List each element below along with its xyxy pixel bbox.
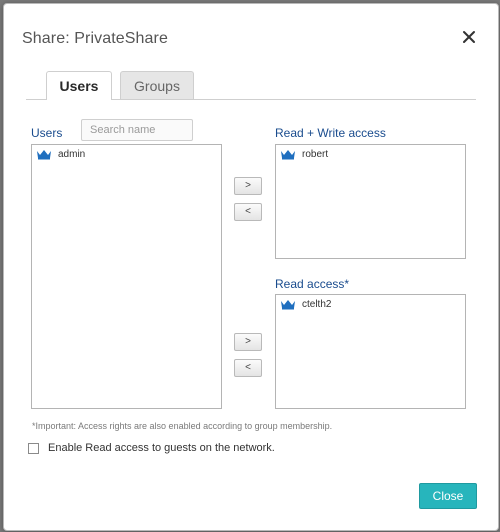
remove-from-read-button[interactable]: < xyxy=(234,359,262,377)
guest-access-label[interactable]: Enable Read access to guests on the netw… xyxy=(48,442,275,454)
user-crown-icon xyxy=(280,298,296,310)
read-write-label: Read + Write access xyxy=(275,126,386,140)
user-crown-icon xyxy=(280,148,296,160)
dialog-title: Share: PrivateShare xyxy=(22,30,168,47)
search-name-input[interactable] xyxy=(81,119,193,141)
share-dialog: Share: PrivateShare Users Groups Users S… xyxy=(3,3,499,531)
add-to-read-button[interactable]: > xyxy=(234,333,262,351)
add-to-read-write-button[interactable]: > xyxy=(234,177,262,195)
list-item[interactable]: admin xyxy=(32,145,221,163)
tab-users[interactable]: Users xyxy=(46,71,112,100)
guest-access-checkbox[interactable] xyxy=(28,442,39,454)
close-x-icon[interactable] xyxy=(458,26,480,48)
users-label: Users xyxy=(31,126,63,140)
user-name: robert xyxy=(302,148,329,160)
read-access-label: Read access* xyxy=(275,277,350,291)
users-list[interactable]: admin xyxy=(31,144,222,409)
user-crown-icon xyxy=(36,148,52,160)
list-item[interactable]: ctelth2 xyxy=(276,295,465,313)
read-write-list[interactable]: robert xyxy=(275,144,466,259)
list-item[interactable]: robert xyxy=(276,145,465,163)
read-access-list[interactable]: ctelth2 xyxy=(275,294,466,409)
remove-from-read-write-button[interactable]: < xyxy=(234,203,262,221)
close-button[interactable]: Close xyxy=(419,483,477,509)
guest-access-option[interactable]: Enable Read access to guests on the netw… xyxy=(28,442,275,454)
tab-groups[interactable]: Groups xyxy=(120,71,194,99)
group-membership-note: *Important: Access rights are also enabl… xyxy=(32,421,333,431)
user-name: ctelth2 xyxy=(302,298,332,310)
screen: Share: PrivateShare Users Groups Users S… xyxy=(0,0,500,532)
user-name: admin xyxy=(58,148,86,160)
